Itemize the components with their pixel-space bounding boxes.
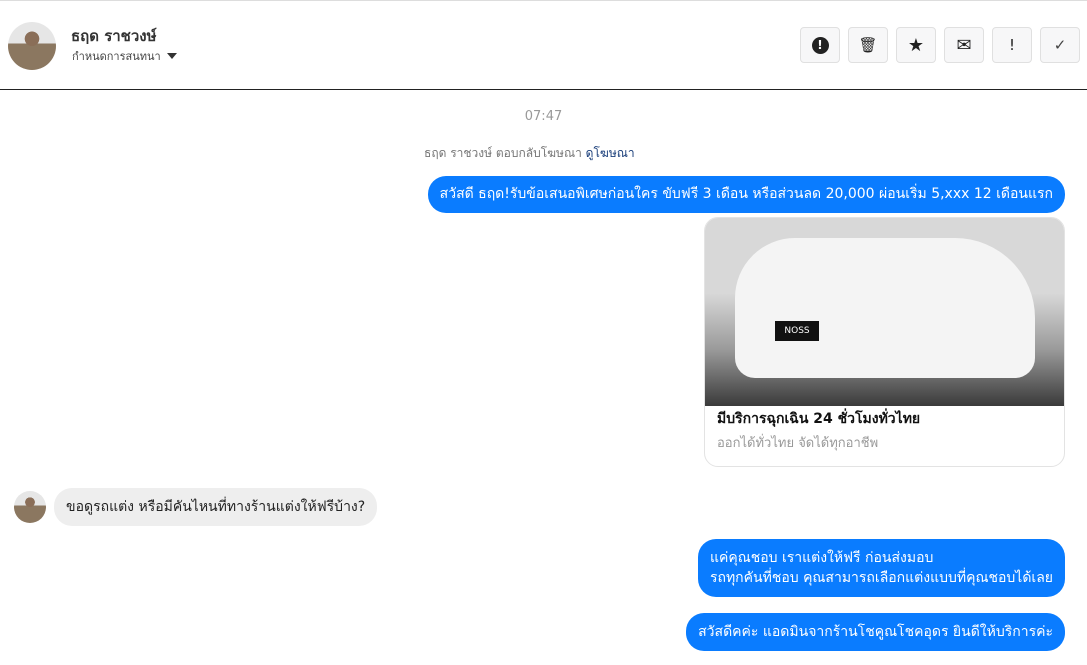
delete-button[interactable]: 🗑 [848,27,888,63]
incoming-message: ขอดูรถแต่ง หรือมีคันไหนที่ทางร้านแต่งให้… [54,488,378,526]
ad-card[interactable]: NOSS มีบริการฉุกเฉิน 24 ชั่วโมงทั่วไทย อ… [704,217,1065,467]
alert-circle-icon: ! [811,36,829,54]
message-line: แค่คุณชอบ เราแต่งให้ฟรี ก่อนส่งมอบ [709,550,934,566]
important-button[interactable]: ! [992,27,1032,63]
card-subtitle: ออกได้ทั่วไทย จัดได้ทุกอาชีพ [717,436,879,451]
ad-reply-notice: ธฤด ราชวงษ์ ตอบกลับโฆษณา ดูโฆษณา [424,144,635,163]
message-bubble: สวัสดีคค่ะ แอดมินจากร้านโชคูณโชคอุดร ยิน… [686,613,1065,651]
avatar[interactable] [8,22,56,70]
plate-text: NOSS [775,321,819,341]
done-button[interactable]: ✓ [1040,27,1080,63]
message-line: รถทุกคันที่ชอบ คุณสามารถเลือกแต่งแบบที่ค… [709,570,1053,586]
schedule-label: กำหนดการสนทนา [72,50,161,63]
contact-avatar [14,491,46,523]
conversation-schedule-dropdown[interactable]: กำหนดการสนทนา [72,47,177,65]
view-ad-link[interactable]: ดูโฆษณา [586,146,635,160]
car-image: NOSS [705,218,1064,406]
star-button[interactable]: ★ [896,27,936,63]
check-icon: ✓ [1053,36,1067,54]
mark-unread-button[interactable]: ✉ [944,27,984,63]
contact-name[interactable]: ธฤด ราชวงษ์ [71,24,157,48]
caret-down-icon [166,53,177,59]
timestamp: 07:47 [524,109,563,124]
star-icon: ★ [907,34,925,56]
card-title: มีบริการฉุกเฉิน 24 ชั่วโมงทั่วไทย [717,411,921,427]
trash-icon: 🗑 [858,36,878,54]
report-button[interactable]: ! [800,27,840,63]
ad-reply-text: ธฤด ราชวงษ์ ตอบกลับโฆษณา [424,146,582,160]
message-bubble: แค่คุณชอบ เราแต่งให้ฟรี ก่อนส่งมอบ รถทุก… [697,539,1065,597]
message-bubble: สวัสดี ธฤด!รับข้อเสนอพิเศษก่อนใคร ขับฟรี… [427,176,1065,213]
exclamation-icon: ! [1008,36,1015,54]
conversation-header: ธฤด ราชวงษ์ กำหนดการสนทนา ! 🗑 ★ ✉ ! ✓ [0,0,1087,90]
envelope-icon: ✉ [956,34,972,56]
